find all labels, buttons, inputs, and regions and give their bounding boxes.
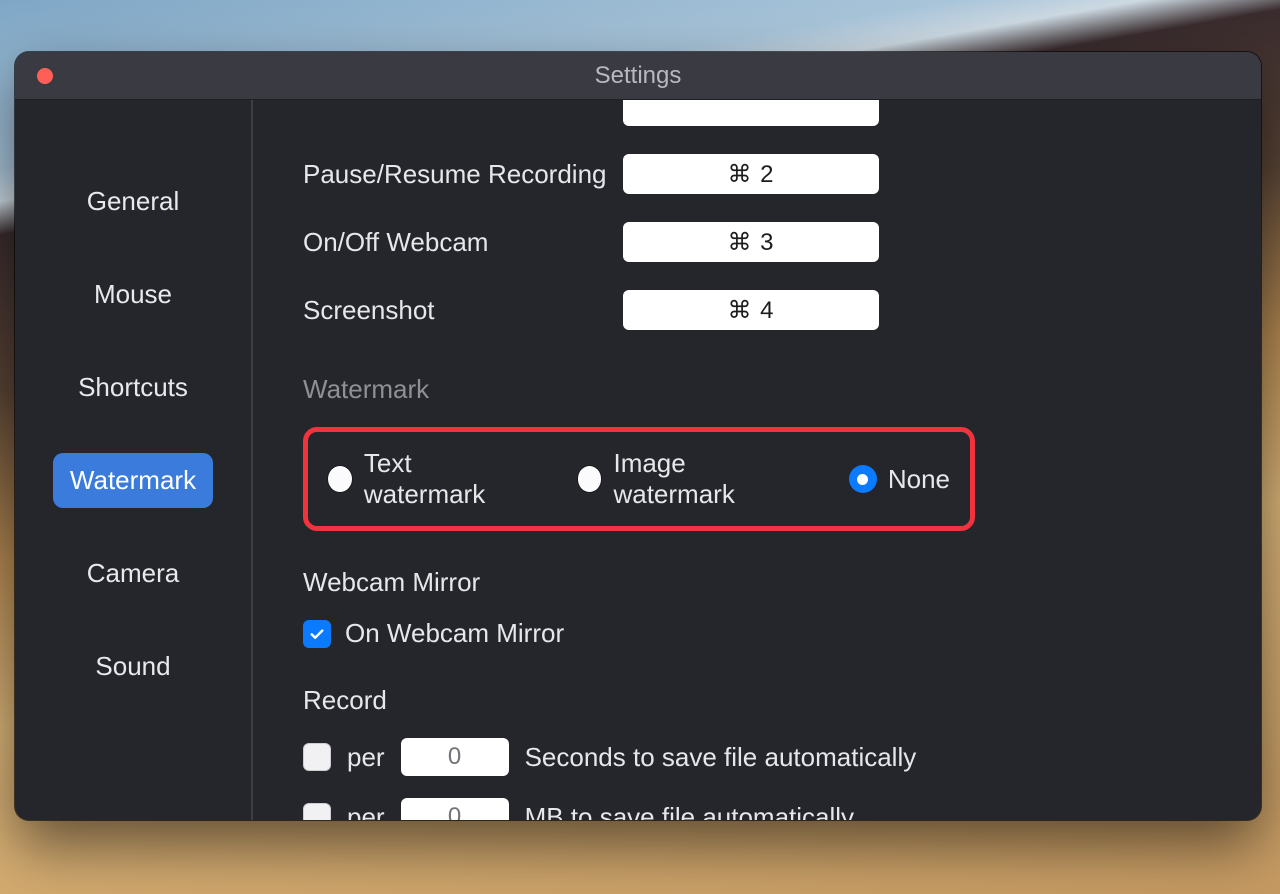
content-pane: Pause/Resume Recording ⌘ 2 On/Off Webcam… [253, 100, 1261, 820]
sidebar-item-mouse[interactable]: Mouse [53, 267, 213, 322]
shortcut-value: ⌘ 4 [727, 296, 774, 325]
sidebar-item-camera[interactable]: Camera [53, 546, 213, 601]
section-title-record: Record [303, 685, 1211, 716]
radio-image-watermark[interactable]: Image watermark [578, 448, 798, 510]
sidebar-item-label: Camera [87, 558, 179, 588]
record-row-mb: per 0 MB to save file automatically [303, 798, 1211, 820]
titlebar[interactable]: Settings [15, 52, 1261, 100]
record-row-seconds: per 0 Seconds to save file automatically [303, 738, 1211, 776]
radio-label: Image watermark [613, 448, 797, 510]
shortcut-label: Screenshot [303, 295, 623, 326]
shortcut-row-webcam: On/Off Webcam ⌘ 3 [303, 222, 1211, 262]
shortcut-field[interactable]: ⌘ 4 [623, 290, 879, 330]
sidebar-item-general[interactable]: General [53, 174, 213, 229]
radio-label: Text watermark [364, 448, 526, 510]
record-mb-field[interactable]: 0 [401, 798, 509, 820]
section-title-webcam-mirror: Webcam Mirror [303, 567, 1211, 598]
sidebar-item-watermark[interactable]: Watermark [53, 453, 213, 508]
shortcut-field[interactable]: ⌘ 3 [623, 222, 879, 262]
sidebar-item-shortcuts[interactable]: Shortcuts [53, 360, 213, 415]
record-value: 0 [448, 803, 461, 820]
shortcut-label: On/Off Webcam [303, 227, 623, 258]
section-title-watermark: Watermark [303, 374, 1211, 405]
record-seconds-field[interactable]: 0 [401, 738, 509, 776]
sidebar-item-label: Watermark [70, 465, 196, 495]
window-title: Settings [595, 62, 682, 90]
record-per-label: per [347, 742, 385, 773]
webcam-mirror-row: On Webcam Mirror [303, 618, 1211, 649]
watermark-options-highlight: Text watermark Image watermark None [303, 427, 975, 531]
record-per-label: per [347, 802, 385, 821]
radio-text-watermark[interactable]: Text watermark [328, 448, 526, 510]
record-value: 0 [448, 743, 461, 771]
record-suffix: MB to save file automatically [525, 802, 854, 821]
record-suffix: Seconds to save file automatically [525, 742, 917, 773]
settings-window: Settings General Mouse Shortcuts Waterma… [15, 52, 1261, 820]
shortcut-row-pause: Pause/Resume Recording ⌘ 2 [303, 154, 1211, 194]
shortcut-row-screenshot: Screenshot ⌘ 4 [303, 290, 1211, 330]
radio-icon [328, 466, 352, 492]
shortcut-field[interactable]: ⌘ 2 [623, 154, 879, 194]
sidebar-item-label: General [87, 186, 180, 216]
shortcut-field[interactable] [623, 100, 879, 126]
sidebar-item-label: Mouse [94, 279, 172, 309]
radio-icon [850, 466, 876, 492]
checkbox-record-mb[interactable] [303, 803, 331, 820]
shortcut-value: ⌘ 3 [727, 228, 774, 257]
radio-label: None [888, 464, 950, 495]
check-icon [308, 625, 326, 643]
radio-none[interactable]: None [850, 464, 950, 495]
sidebar-item-label: Shortcuts [78, 372, 188, 402]
close-icon[interactable] [37, 68, 53, 84]
window-body: General Mouse Shortcuts Watermark Camera… [15, 100, 1261, 820]
sidebar: General Mouse Shortcuts Watermark Camera… [15, 100, 253, 820]
sidebar-item-label: Sound [95, 651, 170, 681]
checkbox-webcam-mirror[interactable] [303, 620, 331, 648]
radio-icon [578, 466, 602, 492]
shortcut-row-partial [303, 100, 1211, 126]
sidebar-item-sound[interactable]: Sound [53, 639, 213, 694]
checkbox-label: On Webcam Mirror [345, 618, 564, 649]
checkbox-record-seconds[interactable] [303, 743, 331, 771]
shortcut-label: Pause/Resume Recording [303, 159, 623, 190]
shortcut-value: ⌘ 2 [727, 160, 774, 189]
